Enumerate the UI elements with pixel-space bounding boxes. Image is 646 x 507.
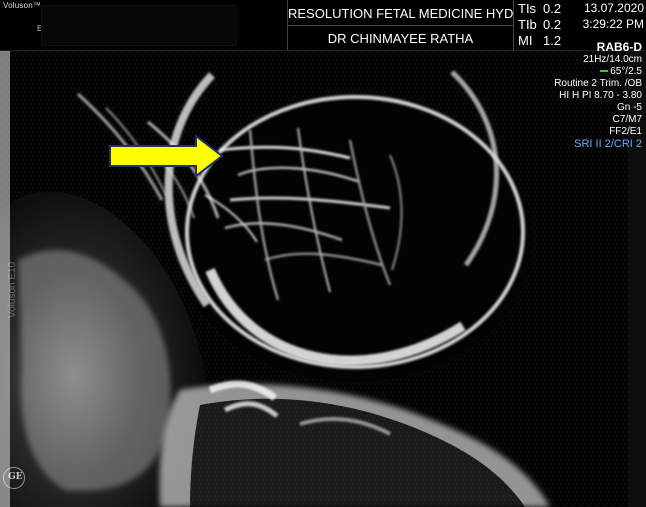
preset: Routine 2 Trim. /OB [554, 78, 642, 89]
patient-redaction [41, 5, 237, 46]
logo-text: GE [8, 472, 23, 482]
sri-setting: SRI II 2/CRI 2 [574, 138, 642, 150]
clinic-info: RESOLUTION FETAL MEDICINE HYD DR CHINMAY… [287, 0, 514, 50]
clinic-divider [288, 25, 513, 26]
frequency-depth: 21Hz/14.0cm [583, 54, 642, 65]
metric-value: 0.2 [543, 17, 562, 32]
green-marker-icon [600, 70, 609, 73]
date-text: 13.07.2020 [583, 1, 644, 15]
gain-row: 65°/2.5 [528, 66, 642, 78]
ge-logo-icon: GE [3, 467, 25, 489]
c-m-setting: C7/M7 [612, 114, 642, 125]
ff-setting: FF2/E1 [609, 126, 642, 137]
ultrasound-screen: Voluson™ E10 RESOLUTION FETAL MEDICINE H… [0, 0, 646, 507]
metric-label: TIb [518, 17, 537, 32]
brand-label: Voluson™ [3, 1, 42, 10]
vertical-brand-text: Voluson E10 [7, 261, 18, 318]
imaging-parameters: RAB6-D 21Hz/14.0cm 65°/2.5 Routine 2 Tri… [528, 40, 642, 151]
datetime: 13.07.2020 3:29:22 PM [574, 1, 644, 33]
metric-row-tis: TIs 0.2 [518, 1, 580, 17]
gain-setting: Gn -5 [616, 102, 642, 113]
gain-value: 65°/2.5 [610, 66, 642, 77]
doctor-name: DR CHINMAYEE RATHA [327, 31, 474, 46]
time-text: 3:29:22 PM [582, 17, 644, 31]
probe-mode: RAB6-D [596, 40, 642, 54]
hi-h-pi: HI H PI 8.70 - 3.80 [559, 90, 642, 101]
metric-row-tib: TIb 0.2 [518, 17, 580, 33]
metric-value: 0.2 [543, 1, 562, 16]
metric-label: TIs [518, 1, 537, 16]
clinic-name: RESOLUTION FETAL MEDICINE HYD [288, 6, 514, 21]
